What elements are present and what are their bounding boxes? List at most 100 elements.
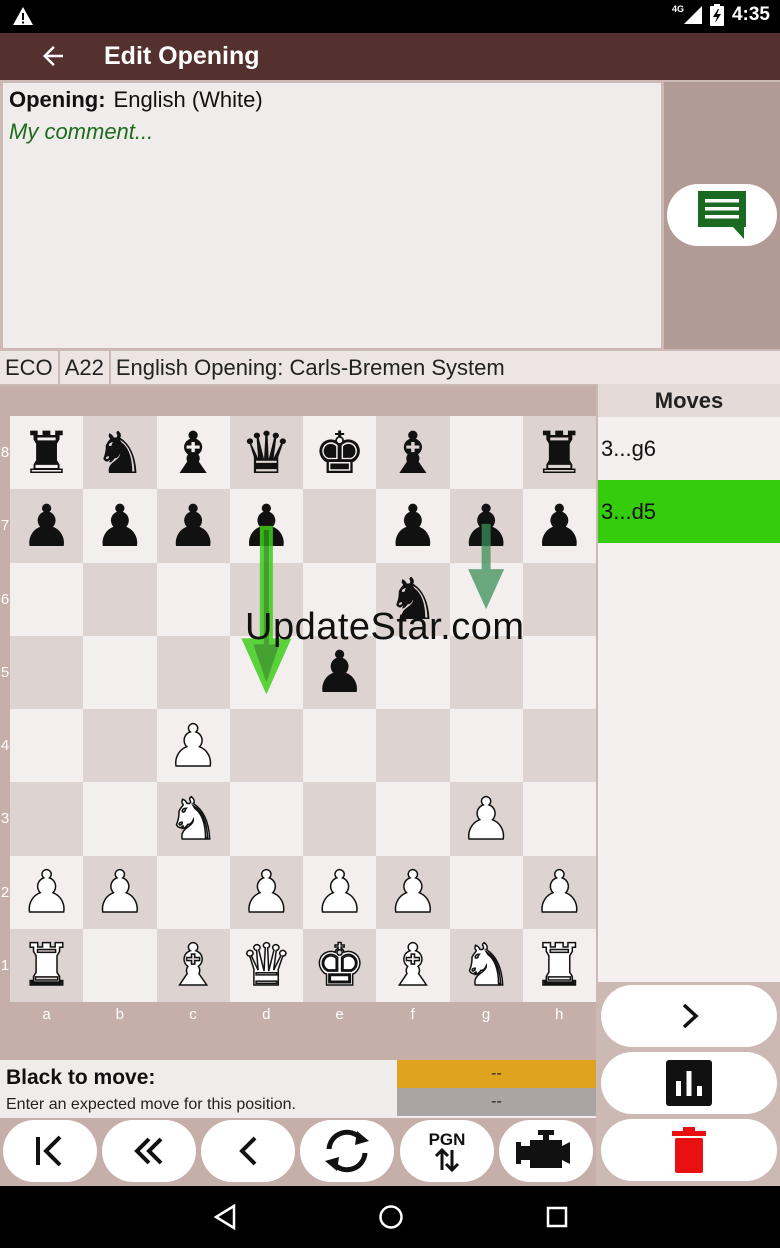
- pgn-button[interactable]: PGN: [400, 1120, 494, 1182]
- square-d4[interactable]: [229, 709, 303, 783]
- square-f1[interactable]: ♝: [376, 928, 450, 1002]
- black-pawn[interactable]: ♟: [314, 643, 366, 701]
- square-c2[interactable]: [156, 855, 230, 929]
- square-b6[interactable]: [83, 562, 157, 636]
- square-h8[interactable]: ♜: [522, 416, 596, 490]
- black-pawn[interactable]: ♟: [240, 497, 292, 555]
- black-rook[interactable]: ♜: [21, 424, 73, 482]
- square-e4[interactable]: [303, 709, 377, 783]
- back-move-button[interactable]: [201, 1120, 295, 1182]
- square-g2[interactable]: [449, 855, 523, 929]
- square-f7[interactable]: ♟: [376, 489, 450, 563]
- square-f4[interactable]: [376, 709, 450, 783]
- square-g1[interactable]: ♞: [449, 928, 523, 1002]
- square-b2[interactable]: ♟: [83, 855, 157, 929]
- fast-back-button[interactable]: [102, 1120, 196, 1182]
- square-d3[interactable]: [229, 782, 303, 856]
- square-d7[interactable]: ♟: [229, 489, 303, 563]
- square-e3[interactable]: [303, 782, 377, 856]
- black-rook[interactable]: ♜: [533, 424, 585, 482]
- black-pawn[interactable]: ♟: [21, 497, 73, 555]
- square-a1[interactable]: ♜: [10, 928, 84, 1002]
- square-h4[interactable]: [522, 709, 596, 783]
- white-pawn[interactable]: ♟: [93, 862, 147, 922]
- first-move-button[interactable]: [3, 1120, 97, 1182]
- move-item-selected[interactable]: 3...d5: [598, 480, 780, 543]
- square-h1[interactable]: ♜: [522, 928, 596, 1002]
- square-e2[interactable]: ♟: [303, 855, 377, 929]
- square-a3[interactable]: [10, 782, 84, 856]
- white-knight[interactable]: ♞: [166, 789, 220, 849]
- square-b3[interactable]: [83, 782, 157, 856]
- square-b1[interactable]: [83, 928, 157, 1002]
- square-a8[interactable]: ♜: [10, 416, 84, 490]
- square-h2[interactable]: ♟: [522, 855, 596, 929]
- comment-editor[interactable]: Opening: English (White) My comment...: [2, 82, 662, 349]
- white-bishop[interactable]: ♝: [386, 936, 440, 996]
- square-a6[interactable]: [10, 562, 84, 636]
- square-g4[interactable]: [449, 709, 523, 783]
- square-c6[interactable]: [156, 562, 230, 636]
- black-knight[interactable]: ♞: [94, 424, 146, 482]
- back-arrow-icon[interactable]: [38, 41, 68, 71]
- square-c7[interactable]: ♟: [156, 489, 230, 563]
- nav-recents-icon[interactable]: [544, 1203, 570, 1231]
- square-h5[interactable]: [522, 635, 596, 709]
- square-g7[interactable]: ♟: [449, 489, 523, 563]
- square-e8[interactable]: ♚: [303, 416, 377, 490]
- next-move-button[interactable]: [601, 985, 777, 1047]
- white-king[interactable]: ♚: [313, 936, 367, 996]
- square-f3[interactable]: [376, 782, 450, 856]
- chess-board[interactable]: ♜ ♞ ♝ ♛ ♚ ♝ ♜ ♟ ♟ ♟ ♟ ♟ ♟ ♟ ♞ ♟ ♟ ♞ ♟ ♟ ♟ ♟ ♟ ♟ ♟ ♜ ♝ ♛ ♚ ♝ ♞ ♜: [10, 416, 596, 1002]
- black-queen[interactable]: ♛: [240, 424, 292, 482]
- square-c3[interactable]: ♞: [156, 782, 230, 856]
- white-pawn[interactable]: ♟: [386, 862, 440, 922]
- white-queen[interactable]: ♛: [240, 936, 294, 996]
- square-e1[interactable]: ♚: [303, 928, 377, 1002]
- square-c5[interactable]: [156, 635, 230, 709]
- square-h3[interactable]: [522, 782, 596, 856]
- square-b5[interactable]: [83, 635, 157, 709]
- square-f8[interactable]: ♝: [376, 416, 450, 490]
- white-pawn[interactable]: ♟: [166, 716, 220, 776]
- square-c4[interactable]: ♟: [156, 709, 230, 783]
- white-pawn[interactable]: ♟: [533, 862, 587, 922]
- square-c8[interactable]: ♝: [156, 416, 230, 490]
- white-pawn[interactable]: ♟: [313, 862, 367, 922]
- white-rook[interactable]: ♜: [20, 936, 74, 996]
- square-g8[interactable]: [449, 416, 523, 490]
- white-pawn[interactable]: ♟: [459, 789, 513, 849]
- square-d2[interactable]: ♟: [229, 855, 303, 929]
- black-bishop[interactable]: ♝: [167, 424, 219, 482]
- black-bishop[interactable]: ♝: [387, 424, 439, 482]
- square-d1[interactable]: ♛: [229, 928, 303, 1002]
- delete-button[interactable]: [601, 1119, 777, 1181]
- square-d8[interactable]: ♛: [229, 416, 303, 490]
- square-f2[interactable]: ♟: [376, 855, 450, 929]
- black-pawn[interactable]: ♟: [460, 497, 512, 555]
- white-bishop[interactable]: ♝: [166, 936, 220, 996]
- square-e7[interactable]: [303, 489, 377, 563]
- black-pawn[interactable]: ♟: [94, 497, 146, 555]
- statistics-button[interactable]: [601, 1052, 777, 1114]
- engine-button[interactable]: [499, 1120, 593, 1182]
- square-g3[interactable]: ♟: [449, 782, 523, 856]
- nav-back-icon[interactable]: [212, 1203, 238, 1231]
- square-h6[interactable]: [522, 562, 596, 636]
- square-a5[interactable]: [10, 635, 84, 709]
- white-pawn[interactable]: ♟: [20, 862, 74, 922]
- black-pawn[interactable]: ♟: [167, 497, 219, 555]
- square-b8[interactable]: ♞: [83, 416, 157, 490]
- black-pawn[interactable]: ♟: [387, 497, 439, 555]
- black-king[interactable]: ♚: [314, 424, 366, 482]
- move-item[interactable]: 3...g6: [598, 417, 780, 480]
- square-a7[interactable]: ♟: [10, 489, 84, 563]
- square-c1[interactable]: ♝: [156, 928, 230, 1002]
- white-knight[interactable]: ♞: [459, 936, 513, 996]
- square-b4[interactable]: [83, 709, 157, 783]
- nav-home-icon[interactable]: [377, 1203, 405, 1231]
- white-pawn[interactable]: ♟: [240, 862, 294, 922]
- square-h7[interactable]: ♟: [522, 489, 596, 563]
- square-a4[interactable]: [10, 709, 84, 783]
- comment-button[interactable]: [667, 184, 777, 246]
